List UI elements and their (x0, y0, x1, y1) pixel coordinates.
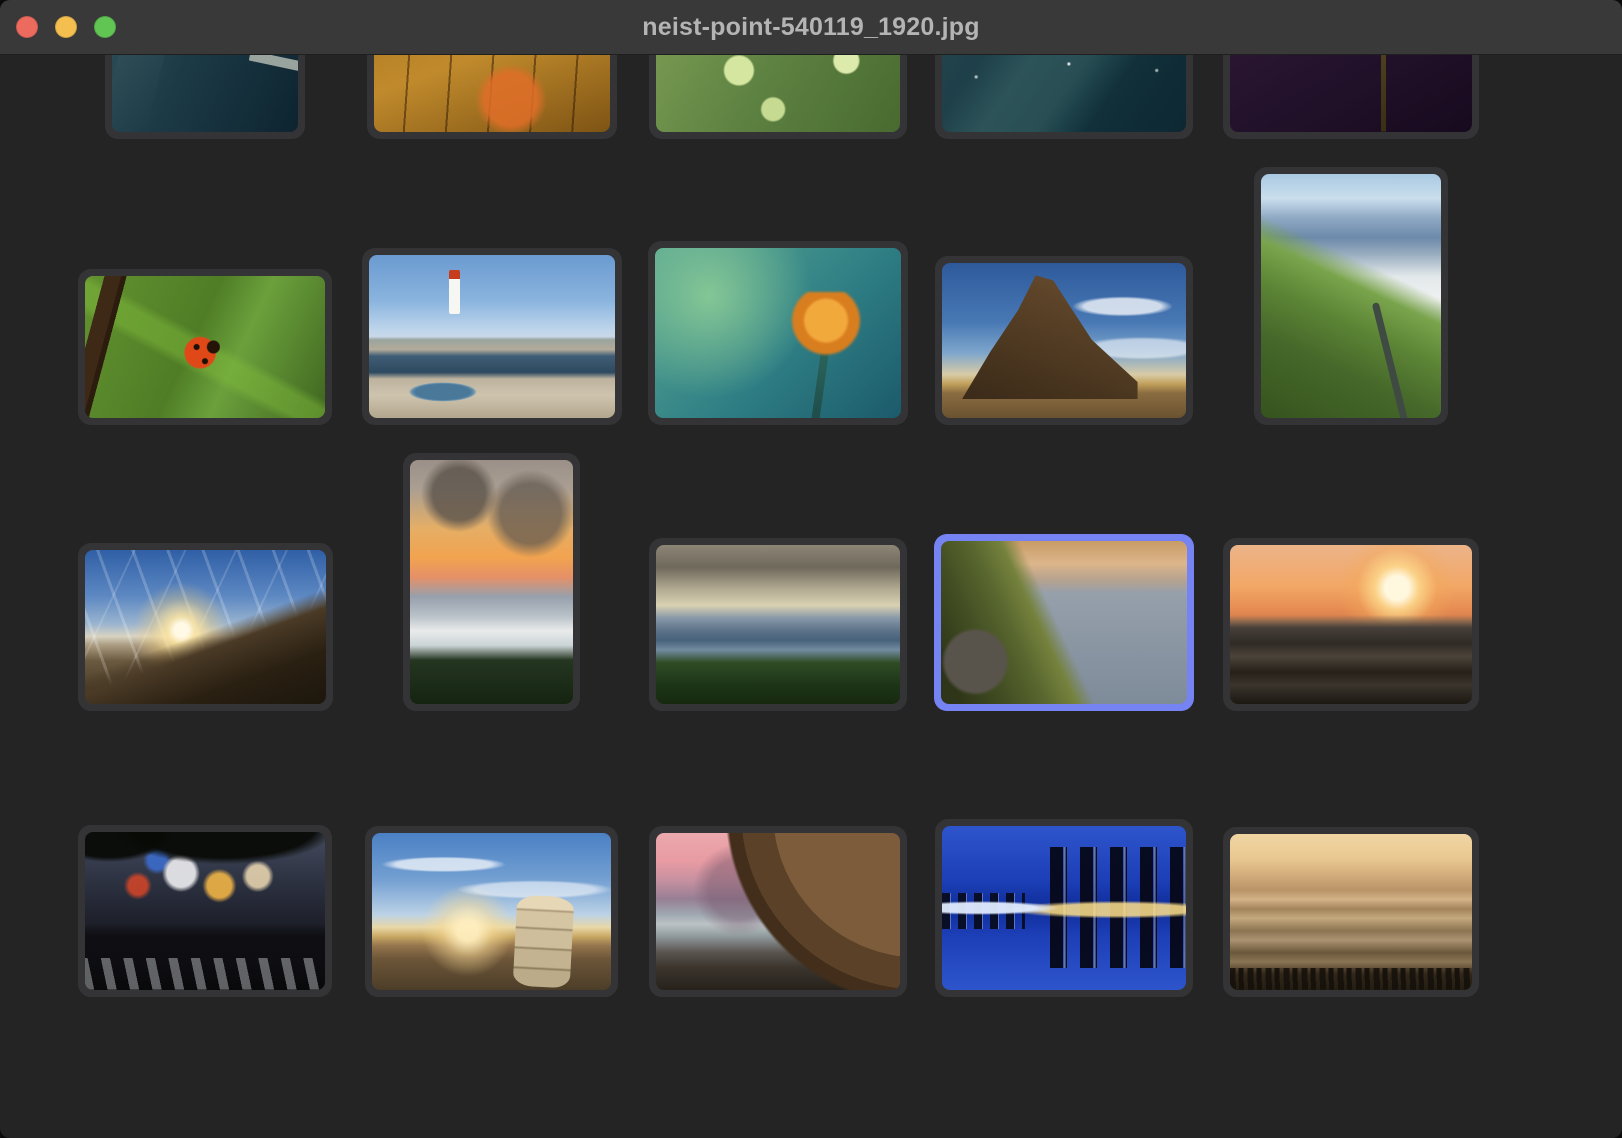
photo-stone-cairn (372, 833, 612, 990)
thumbnail-ocean-sunset-waves[interactable] (1222, 538, 1479, 711)
grid-cell (1208, 711, 1494, 997)
grid-cell (635, 139, 921, 425)
thumbnail-golden-flora[interactable] (366, 54, 617, 139)
photo-night-skyline (942, 826, 1187, 990)
grid-cell (348, 711, 634, 997)
zoom-button[interactable] (94, 16, 116, 38)
close-button[interactable] (16, 16, 38, 38)
grid-cell (62, 54, 348, 139)
grid-cell (348, 425, 634, 711)
grid-cell (921, 54, 1207, 139)
photo-ocean-sunset-waves (1229, 545, 1472, 704)
photo-teal-night-sky (942, 54, 1187, 132)
grid-cell (62, 425, 348, 711)
grid-cell (921, 425, 1207, 711)
photo-harbor-night (112, 54, 299, 132)
traffic-lights (16, 0, 116, 54)
image-browser-window: neist-point-540119_1920.jpg (0, 0, 1622, 1138)
grid-cell (62, 139, 348, 425)
thumbnail-green-ridge-road[interactable] (1253, 167, 1448, 425)
grid-cell (348, 54, 634, 139)
photo-valley-storm (655, 545, 900, 704)
photo-ladybug-leaf (85, 276, 326, 418)
thumbnail-grid (62, 54, 1494, 997)
thumbnail-stone-cairn[interactable] (365, 826, 619, 997)
photo-golden-flora (373, 54, 610, 132)
thumbnail-orange-flower-bud[interactable] (647, 241, 908, 425)
thumbnail-lighthouse-coast[interactable] (361, 248, 622, 425)
photo-dew-grass (655, 54, 900, 132)
thumbnail-sunrise-ridge[interactable] (77, 543, 333, 711)
gallery-scroll-area[interactable] (0, 54, 1622, 1138)
photo-green-ridge-road (1260, 174, 1441, 418)
grid-cell (1208, 54, 1494, 139)
photo-neist-point (941, 541, 1188, 704)
photo-misty-hills (1229, 834, 1472, 990)
grid-cell (62, 711, 348, 997)
thumbnail-ladybug-leaf[interactable] (78, 269, 333, 425)
photo-sunset-clouds-portrait (410, 460, 574, 704)
photo-sea-cave-pink (655, 833, 900, 990)
thumbnail-dew-grass[interactable] (648, 54, 907, 139)
thumbnail-desert-spire[interactable] (935, 256, 1194, 425)
photo-purple-daisy (1229, 54, 1472, 132)
window-title: neist-point-540119_1920.jpg (642, 12, 980, 41)
grid-cell (348, 139, 634, 425)
grid-cell (635, 711, 921, 997)
grid-cell (635, 425, 921, 711)
thumbnail-teal-night-sky[interactable] (935, 54, 1194, 139)
titlebar[interactable]: neist-point-540119_1920.jpg (0, 0, 1622, 55)
grid-cell (921, 139, 1207, 425)
photo-shibuya-crossing (85, 832, 326, 990)
thumbnail-valley-storm[interactable] (648, 538, 907, 711)
thumbnail-sunset-clouds-portrait[interactable] (403, 453, 581, 711)
grid-cell (921, 711, 1207, 997)
thumbnail-shibuya-crossing[interactable] (78, 825, 333, 997)
thumbnail-sea-cave-pink[interactable] (648, 826, 907, 997)
thumbnail-night-skyline[interactable] (935, 819, 1194, 997)
thumbnail-harbor-night[interactable] (105, 54, 306, 139)
photo-lighthouse-coast (368, 255, 615, 418)
photo-sunrise-ridge (84, 550, 326, 704)
thumbnail-purple-daisy[interactable] (1222, 54, 1479, 139)
grid-cell (1208, 425, 1494, 711)
photo-orange-flower-bud (654, 248, 901, 418)
photo-desert-spire (942, 263, 1187, 418)
grid-cell (1208, 139, 1494, 425)
grid-cell (635, 54, 921, 139)
thumbnail-misty-hills[interactable] (1222, 827, 1479, 997)
minimize-button[interactable] (55, 16, 77, 38)
thumbnail-neist-point[interactable] (934, 534, 1195, 711)
